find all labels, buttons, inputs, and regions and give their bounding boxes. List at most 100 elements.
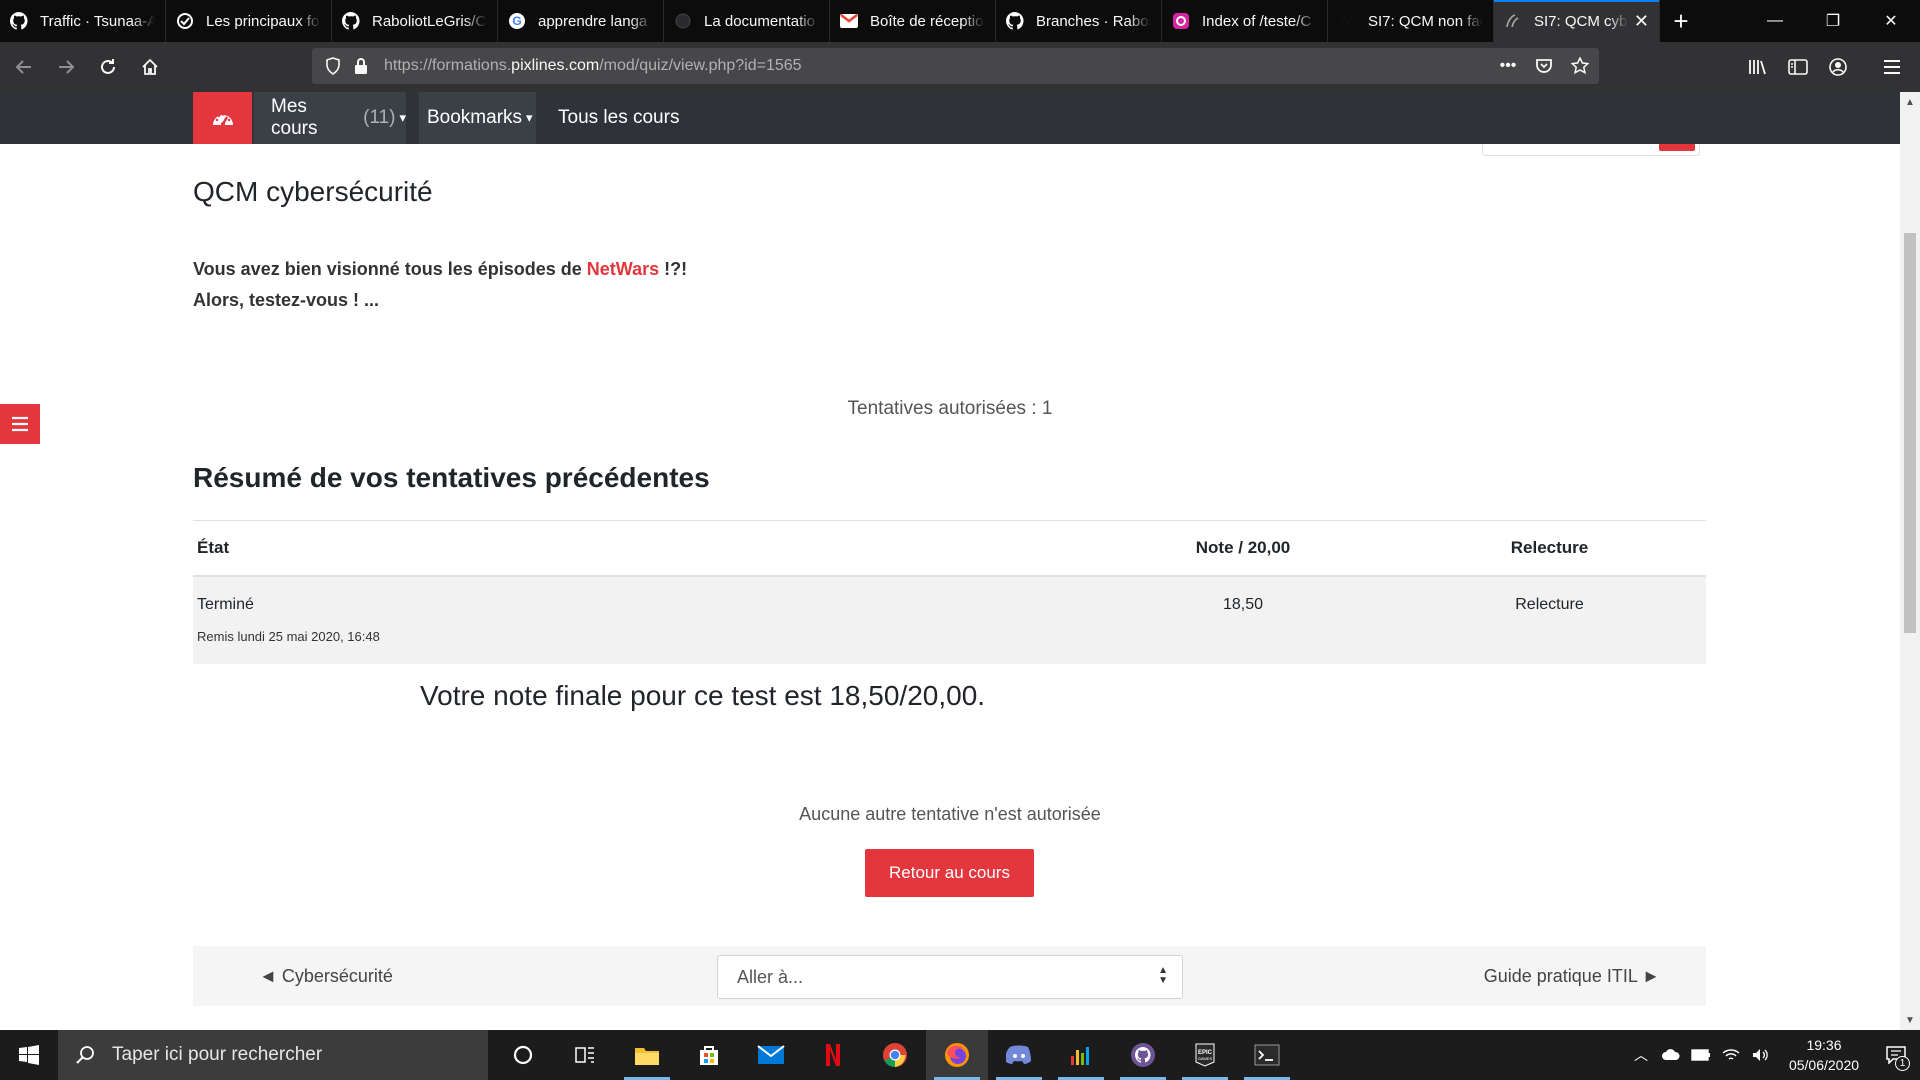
close-tab-icon[interactable]: ✕	[1634, 11, 1649, 32]
hamburger-menu-icon[interactable]	[1876, 47, 1908, 87]
jump-to-value: Aller à...	[737, 966, 804, 987]
scroll-up-icon[interactable]: ▲	[1900, 92, 1920, 112]
page-scrollbar[interactable]: ▲ ▼	[1900, 92, 1920, 1030]
onedrive-icon[interactable]	[1656, 1049, 1686, 1061]
attempts-summary-table: État Note / 20,00 Relecture Terminé Remi…	[193, 520, 1706, 664]
file-explorer-icon[interactable]	[616, 1030, 678, 1080]
browser-tab[interactable]: Traffic · Tsunaa-A	[0, 0, 166, 42]
home-icon[interactable]	[130, 47, 170, 87]
browser-tab[interactable]: Index of /teste/C	[1162, 0, 1328, 42]
page-actions-icon[interactable]: •••	[1495, 57, 1521, 75]
battery-icon[interactable]	[1686, 1049, 1716, 1061]
attempt-grade: 18,50	[1093, 575, 1393, 664]
search-button-partial[interactable]	[1659, 144, 1695, 151]
dashboard-icon[interactable]	[193, 92, 252, 144]
menu-bookmarks[interactable]: Bookmarks ▾	[419, 92, 536, 144]
browser-tab[interactable]: SI7: QCM non fac	[1328, 0, 1494, 42]
account-icon[interactable]	[1822, 47, 1854, 87]
scrollbar-thumb[interactable]	[1904, 233, 1916, 633]
window-controls: — ❐ ✕	[1746, 0, 1920, 42]
browser-tab[interactable]: RaboliotLeGris/C	[332, 0, 498, 42]
browser-toolbar: https://formations.pixlines.com/mod/quiz…	[0, 42, 1920, 92]
menu-my-courses[interactable]: Mes cours (11) ▾	[254, 92, 406, 144]
tab-title: La documentatio	[704, 12, 815, 30]
wifi-icon[interactable]	[1716, 1048, 1746, 1062]
windows-taskbar: Taper ici pour rechercher EPIC GAMES ︿ 19…	[0, 1030, 1920, 1080]
intro-line-2: Alors, testez-vous ! ...	[193, 290, 380, 310]
github-icon	[342, 12, 360, 30]
scroll-down-icon[interactable]: ▼	[1900, 1010, 1920, 1030]
header-review: Relecture	[1393, 520, 1706, 577]
moodle-icon	[1504, 12, 1522, 30]
pocket-icon[interactable]	[1531, 58, 1557, 74]
library-icon[interactable]	[1742, 47, 1774, 87]
task-view-icon[interactable]	[554, 1030, 616, 1080]
close-window-icon[interactable]: ✕	[1862, 0, 1920, 42]
store-icon[interactable]	[678, 1030, 740, 1080]
terminal-icon[interactable]	[1236, 1030, 1298, 1080]
attempt-state: Terminé	[197, 595, 254, 613]
jump-to-select[interactable]: Aller à... ▲ ▼	[717, 955, 1183, 999]
menu-all-courses[interactable]: Tous les cours	[558, 92, 679, 144]
site-icon	[674, 12, 692, 30]
minimize-icon[interactable]: —	[1746, 0, 1804, 42]
url-text: https://formations.pixlines.com/mod/quiz…	[384, 57, 802, 74]
moodle-icon	[1338, 12, 1356, 30]
browser-tab-active[interactable]: SI7: QCM cybe ✕	[1494, 0, 1660, 42]
netflix-icon[interactable]	[802, 1030, 864, 1080]
restore-icon[interactable]: ❐	[1804, 0, 1862, 42]
reload-icon[interactable]	[88, 47, 128, 87]
header-state: État	[193, 520, 1093, 577]
firefox-icon[interactable]	[926, 1030, 988, 1080]
google-icon: G	[508, 12, 526, 30]
browser-tab[interactable]: Les principaux fo	[166, 0, 332, 42]
new-tab-button[interactable]: +	[1660, 0, 1702, 42]
next-activity-link[interactable]: Guide pratique ITIL ►	[1484, 946, 1660, 1006]
shield-icon[interactable]	[320, 53, 346, 79]
mail-icon[interactable]	[740, 1030, 802, 1080]
course-count-badge: (11)	[363, 107, 396, 128]
equalizer-icon[interactable]	[1050, 1030, 1112, 1080]
attempt-submitted-date: Remis lundi 25 mai 2020, 16:48	[197, 628, 380, 644]
windows-start-icon[interactable]	[0, 1030, 58, 1080]
epic-games-icon[interactable]: EPIC GAMES	[1174, 1030, 1236, 1080]
system-tray: ︿ 19:36 05/06/2020 1	[1626, 1030, 1920, 1080]
chrome-icon[interactable]	[864, 1030, 926, 1080]
tab-title: apprendre langa	[538, 12, 648, 30]
gmail-icon	[840, 12, 858, 30]
menu-all-courses-label: Tous les cours	[558, 107, 680, 128]
no-more-attempts-text: Aucune autre tentative n'est autorisée	[799, 804, 1101, 824]
chevron-down-icon: ▾	[399, 110, 406, 125]
lock-icon[interactable]	[348, 53, 374, 79]
address-bar[interactable]: https://formations.pixlines.com/mod/quiz…	[312, 48, 1599, 84]
discord-icon[interactable]	[988, 1030, 1050, 1080]
site-icon	[1172, 12, 1190, 30]
search-box-partial[interactable]	[1482, 144, 1700, 156]
browser-tab[interactable]: Boîte de réceptio	[830, 0, 996, 42]
attempt-state-cell: Terminé Remis lundi 25 mai 2020, 16:48	[193, 575, 1093, 664]
notification-count-badge: 1	[1895, 1056, 1910, 1071]
tab-title: Les principaux fo	[206, 12, 320, 30]
bookmark-star-icon[interactable]	[1567, 57, 1593, 75]
sidebar-icon[interactable]	[1782, 47, 1814, 87]
review-link[interactable]: Relecture	[1393, 575, 1706, 664]
previous-activity-link[interactable]: ◄ Cybersécurité	[259, 946, 393, 1006]
github-icon	[10, 12, 28, 30]
back-to-course-button[interactable]: Retour au cours	[865, 849, 1034, 897]
volume-icon[interactable]	[1746, 1048, 1776, 1062]
github-desktop-icon[interactable]	[1112, 1030, 1174, 1080]
show-hidden-icons-icon[interactable]: ︿	[1626, 1045, 1656, 1065]
svg-text:GAMES: GAMES	[1198, 1056, 1213, 1061]
back-icon[interactable]	[4, 47, 44, 87]
clock-date: 05/06/2020	[1788, 1057, 1860, 1073]
browser-tab[interactable]: La documentatio	[664, 0, 830, 42]
taskbar-search[interactable]: Taper ici pour rechercher	[58, 1030, 488, 1080]
browser-tab[interactable]: G apprendre langa	[498, 0, 664, 42]
forward-icon[interactable]	[46, 47, 86, 87]
action-center-icon[interactable]: 1	[1872, 1030, 1920, 1080]
menu-bookmarks-label: Bookmarks	[427, 107, 523, 128]
cortana-icon[interactable]	[492, 1030, 554, 1080]
browser-tab[interactable]: Branches · Raboli	[996, 0, 1162, 42]
attempts-allowed-text: Tentatives autorisées : 1	[847, 398, 1053, 419]
taskbar-clock[interactable]: 19:36 05/06/2020	[1776, 1035, 1872, 1075]
